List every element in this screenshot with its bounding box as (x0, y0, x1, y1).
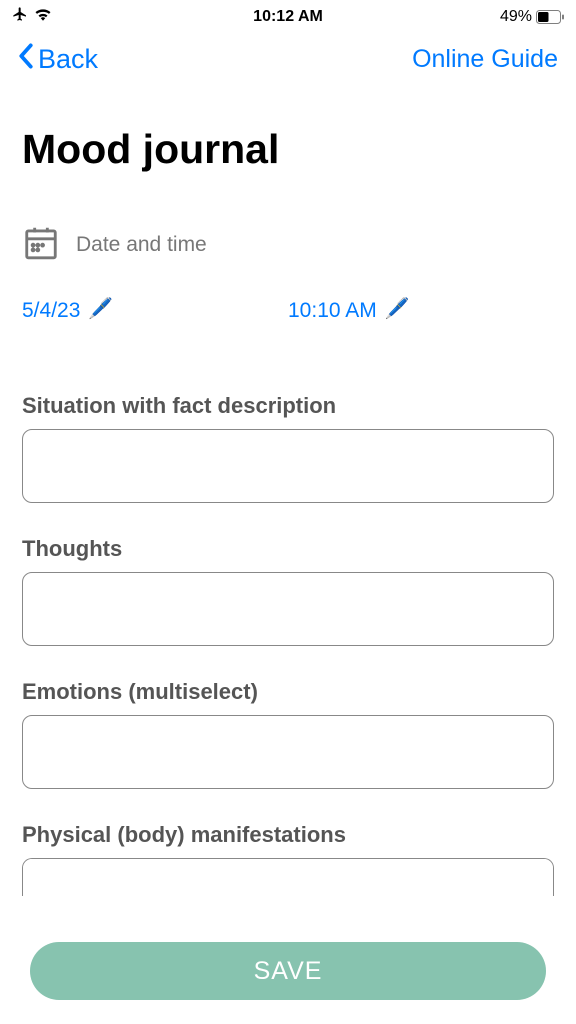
battery-percentage: 49% (500, 8, 532, 26)
thoughts-section: Thoughts (22, 536, 554, 651)
physical-label: Physical (body) manifestations (22, 822, 554, 848)
form-content: Date and time 5/4/23 🖊️ 10:10 AM 🖊️ Situ… (0, 223, 576, 901)
airplane-mode-icon (12, 6, 28, 27)
back-button[interactable]: Back (18, 43, 98, 76)
situation-input[interactable] (22, 429, 554, 503)
edit-icon: 🖊️ (385, 296, 410, 321)
chevron-left-icon (18, 43, 34, 76)
save-bar: SAVE (0, 942, 576, 1000)
time-value: 10:10 AM (288, 299, 377, 323)
back-label: Back (38, 44, 98, 75)
status-time: 10:12 AM (253, 8, 323, 26)
battery-icon (536, 10, 564, 24)
physical-input[interactable] (22, 858, 554, 896)
date-field[interactable]: 5/4/23 🖊️ (22, 298, 288, 323)
save-button[interactable]: SAVE (30, 942, 546, 1000)
datetime-values: 5/4/23 🖊️ 10:10 AM 🖊️ (22, 298, 554, 323)
status-bar: 10:12 AM 49% (0, 0, 576, 31)
emotions-label: Emotions (multiselect) (22, 679, 554, 705)
datetime-label: Date and time (76, 233, 207, 257)
emotions-section: Emotions (multiselect) (22, 679, 554, 794)
datetime-header: Date and time (22, 223, 554, 266)
situation-section: Situation with fact description (22, 393, 554, 508)
nav-bar: Back Online Guide (0, 31, 576, 88)
status-left-icons (12, 6, 52, 27)
online-guide-link[interactable]: Online Guide (412, 45, 558, 74)
date-value: 5/4/23 (22, 299, 80, 323)
physical-section: Physical (body) manifestations (22, 822, 554, 901)
page-title: Mood journal (0, 88, 576, 223)
thoughts-input[interactable] (22, 572, 554, 646)
thoughts-label: Thoughts (22, 536, 554, 562)
calendar-icon (22, 223, 60, 266)
situation-label: Situation with fact description (22, 393, 554, 419)
wifi-icon (34, 7, 52, 26)
edit-icon: 🖊️ (88, 296, 113, 321)
status-battery: 49% (500, 8, 564, 26)
time-field[interactable]: 10:10 AM 🖊️ (288, 298, 554, 323)
emotions-input[interactable] (22, 715, 554, 789)
